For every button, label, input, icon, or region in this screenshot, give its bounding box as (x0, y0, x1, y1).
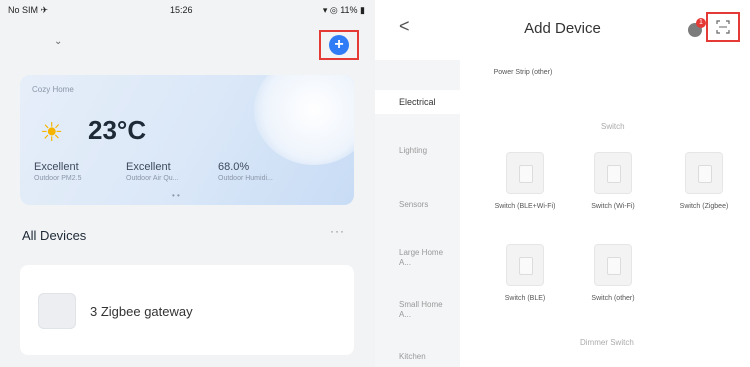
switch-icon (506, 152, 544, 194)
all-devices-title[interactable]: All Devices (22, 228, 86, 243)
device-item-label: Switch (BLE+Wi-Fi) (494, 203, 556, 210)
home-name: Cozy Home (32, 85, 74, 94)
gateway-device-icon (38, 293, 76, 329)
device-name: 3 Zigbee gateway (90, 304, 193, 319)
stat-label: Outdoor Air Qu... (126, 175, 179, 182)
temperature: 23°C (88, 115, 147, 145)
device-item[interactable]: Switch (Zigbee) (669, 152, 739, 211)
switch-icon (594, 152, 632, 194)
device-item[interactable]: Switch (BLE) (490, 244, 560, 303)
status-time: 15:26 (170, 5, 193, 15)
device-item[interactable]: Switch (BLE+Wi-Fi) (490, 152, 560, 211)
notification-badge: 1 (696, 18, 706, 28)
scan-icon[interactable] (716, 20, 730, 34)
status-bar: No SIM ✈ 15:26 ▾ ◎ 11% ▮ (0, 0, 375, 22)
status-battery: ▾ ◎ 11% ▮ (322, 5, 365, 15)
device-item-label: Switch (Wi-Fi) (591, 203, 635, 210)
sun-icon: ☀ (40, 117, 64, 147)
device-item-label: Switch (BLE) (504, 295, 546, 302)
sidebar-item-kitchen[interactable]: Kitchen (375, 352, 460, 362)
sidebar-item-lighting[interactable]: Lighting (375, 146, 460, 156)
more-options-icon[interactable]: ··· (330, 224, 345, 238)
add-device-button-highlight[interactable]: + (319, 30, 359, 60)
stat-value: Excellent (126, 161, 171, 173)
weather-stat: Excellent Outdoor PM2.5 (34, 161, 81, 182)
switch-icon (506, 244, 544, 286)
sidebar-item-small-home[interactable]: Small Home A... (375, 300, 445, 320)
scan-button-highlight[interactable] (706, 12, 740, 42)
home-screen: No SIM ✈ 15:26 ▾ ◎ 11% ▮ ⌄ + Cozy Home ☀… (0, 0, 375, 367)
device-item[interactable]: Switch (other) (578, 244, 648, 303)
weather-stat: 68.0% Outdoor Humidi... (218, 161, 273, 182)
section-title-dimmer: Dimmer Switch (580, 338, 634, 347)
chevron-down-icon[interactable]: ⌄ (54, 36, 62, 47)
device-item-label: Switch (Zigbee) (679, 203, 729, 210)
power-strip-item-label[interactable]: Power Strip (other) (483, 68, 563, 77)
device-card[interactable]: 3 Zigbee gateway (20, 265, 354, 355)
switch-icon (685, 152, 723, 194)
device-item-label: Switch (other) (591, 295, 635, 302)
status-carrier: No SIM ✈ (8, 5, 49, 15)
device-item[interactable]: Switch (Wi-Fi) (578, 152, 648, 211)
weather-card[interactable]: Cozy Home ☀ 23°C Excellent Outdoor PM2.5… (20, 75, 354, 205)
cloud-decoration (254, 75, 354, 165)
stat-label: Outdoor PM2.5 (34, 175, 82, 182)
section-title-switch: Switch (601, 122, 625, 131)
category-sidebar: Electrical Lighting Sensors Large Home A… (375, 60, 460, 367)
stat-value: Excellent (34, 161, 79, 173)
stat-value: 68.0% (218, 161, 250, 173)
sidebar-item-sensors[interactable]: Sensors (375, 200, 460, 210)
page-indicator: • • (172, 191, 180, 200)
add-device-screen: < Add Device 1 Electrical Lighting Senso… (375, 0, 750, 367)
switch-icon (594, 244, 632, 286)
sidebar-item-large-home[interactable]: Large Home A... (375, 248, 445, 268)
stat-label: Outdoor Humidi... (218, 175, 273, 182)
sidebar-item-electrical[interactable]: Electrical (375, 90, 460, 114)
weather-stat: Excellent Outdoor Air Qu... (126, 161, 179, 182)
plus-circle-icon[interactable]: + (329, 35, 349, 55)
